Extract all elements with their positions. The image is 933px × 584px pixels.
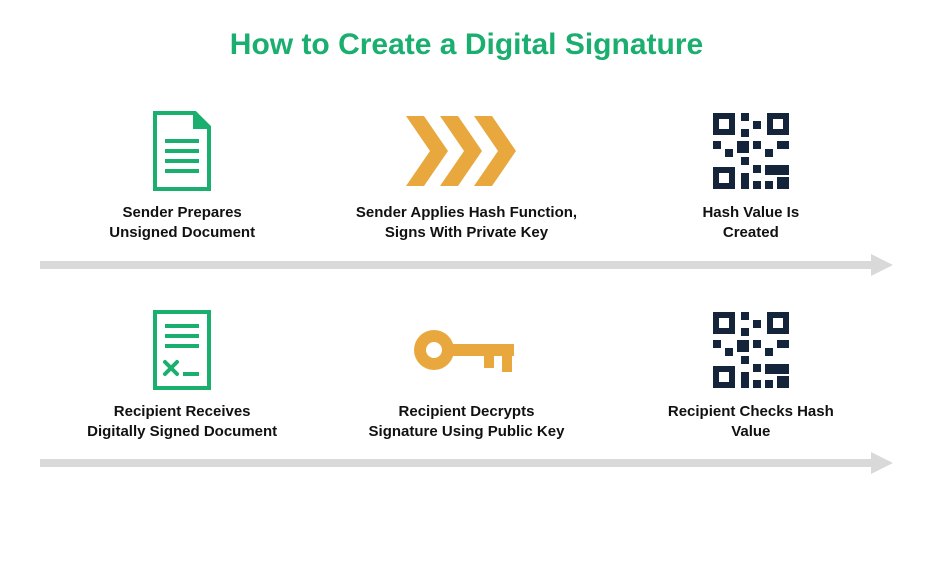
step-apply-hash: Sender Applies Hash Function, Signs With… xyxy=(324,107,608,244)
page-title: How to Create a Digital Signature xyxy=(40,28,893,62)
step-label: Sender Applies Hash Function, Signs With… xyxy=(356,203,577,244)
step-decrypt: Recipient Decrypts Signature Using Publi… xyxy=(324,306,608,443)
flow-arrow-2 xyxy=(40,456,893,470)
qr-hash-icon xyxy=(711,306,791,394)
qr-hash-icon xyxy=(711,107,791,195)
flow-row-2: Recipient Receives Digitally Signed Docu… xyxy=(40,306,893,443)
step-label: Recipient Receives Digitally Signed Docu… xyxy=(87,402,277,443)
step-label: Recipient Decrypts Signature Using Publi… xyxy=(369,402,565,443)
step-hash-created: Hash Value Is Created xyxy=(609,107,893,244)
step-recipient-receives: Recipient Receives Digitally Signed Docu… xyxy=(40,306,324,443)
chevrons-right-icon xyxy=(406,107,526,195)
step-label: Recipient Checks Hash Value xyxy=(668,402,834,443)
key-icon xyxy=(406,306,526,394)
flow-arrow-1 xyxy=(40,258,893,272)
step-label: Sender Prepares Unsigned Document xyxy=(109,203,255,244)
document-unsigned-icon xyxy=(149,107,215,195)
step-check-hash: Recipient Checks Hash Value xyxy=(609,306,893,443)
flow-row-1: Sender Prepares Unsigned Document Sender… xyxy=(40,107,893,244)
step-label: Hash Value Is Created xyxy=(702,203,799,244)
document-signed-icon xyxy=(149,306,215,394)
step-sender-prepares: Sender Prepares Unsigned Document xyxy=(40,107,324,244)
